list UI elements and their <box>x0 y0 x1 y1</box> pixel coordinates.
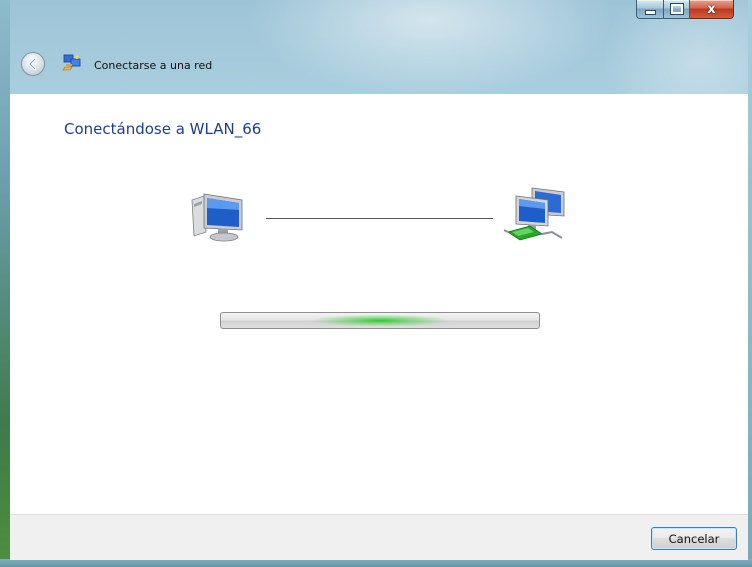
maximize-icon <box>669 3 684 15</box>
maximize-button[interactable] <box>664 0 690 19</box>
window-title: Conectarse a una red <box>94 59 213 72</box>
network-icon <box>504 187 565 241</box>
minimize-icon <box>644 10 656 15</box>
window-frame-right <box>748 0 752 567</box>
cancel-button[interactable]: Cancelar <box>651 527 737 550</box>
computer-icon <box>191 193 243 242</box>
content-pane: Conectándose a WLAN_66 <box>10 94 748 514</box>
progress-indicator <box>310 314 450 327</box>
window-frame-left <box>0 0 10 567</box>
connecting-heading: Conectándose a WLAN_66 <box>64 120 262 138</box>
close-button[interactable]: x <box>690 0 734 19</box>
window-frame-bottom <box>0 559 752 567</box>
minimize-button[interactable] <box>636 0 664 19</box>
caption-buttons: x <box>636 0 734 20</box>
back-button[interactable] <box>21 52 45 76</box>
connection-line <box>266 218 493 219</box>
connection-progress-bar <box>220 312 540 329</box>
dialog-footer: Cancelar <box>10 514 748 560</box>
close-icon: x <box>707 1 716 17</box>
network-connect-icon <box>62 54 81 71</box>
back-arrow-icon <box>28 57 37 71</box>
connect-network-window: x Conectarse a una red Conectándose a WL… <box>0 0 752 567</box>
